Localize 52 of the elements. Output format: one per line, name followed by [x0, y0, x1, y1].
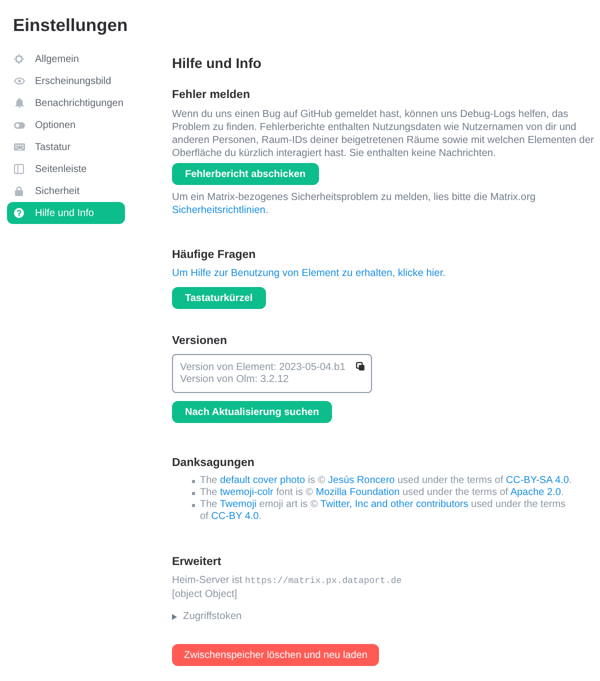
sidebar-item[interactable]: Benachrichtigungen [7, 92, 125, 114]
clear-cache-button[interactable]: Zwischenspeicher löschen und neu laden [172, 644, 380, 666]
bullet-icon [192, 492, 195, 495]
sidebar-item[interactable]: Allgemein [7, 48, 125, 70]
credit-text: The twemoji-colr font is © Mozilla Foundation used under the terms of Apache 2.0. [200, 487, 564, 499]
credit-link[interactable]: twemoji-colr [220, 487, 274, 498]
sidebar-item[interactable]: Tastatur [7, 136, 125, 158]
description-text: Wenn du uns einen Bug auf GitHub gemeldet hast, können uns Debug-Logs helfen, das Problem zu finden. Fehlerberichte enthalten Nutzungsdaten wie Nutzernamen von dir und anderen Personen, Raum-IDs deiner beigetretenen Räume sowie mit welchen Elementen der Oberfläche du kürzlich interagiert hast. Sie enthalten keine Nachrichten. [172, 108, 595, 160]
section-heading: Fehler melden [172, 88, 250, 103]
credit-link[interactable]: default cover photo [220, 475, 306, 486]
disclosure-toggle[interactable]: Zugriffstoken [172, 610, 242, 623]
object-text: [object Object] [172, 588, 238, 601]
page-heading: Hilfe und Info [172, 54, 262, 73]
settings-title: Einstellungen [13, 14, 128, 37]
credit-text: The Twemoji emoji art is © Twitter, Inc and other contributors used under the terms of CC-BY 4.0. [200, 499, 567, 523]
help-icon [14, 208, 24, 218]
update-check-button[interactable]: Nach Aktualisierung suchen [172, 401, 332, 423]
sidebar-item[interactable]: Sicherheit [7, 180, 125, 202]
lock-icon [15, 186, 23, 196]
homeserver-text: Heim-Server ist https://matrix.px.dataport.de [172, 574, 402, 588]
bell-icon [14, 98, 24, 108]
credit-link[interactable]: Mozilla Foundation [316, 487, 400, 498]
section-heading: Erweitert [172, 555, 222, 570]
keyboard-icon [14, 143, 24, 151]
sidebar-item[interactable]: Erscheinungsbild [7, 70, 125, 92]
bullet-icon [192, 504, 195, 507]
report-button[interactable]: Fehlerbericht abschicken [172, 163, 319, 185]
credit-link[interactable]: CC-BY-SA 4.0 [506, 475, 569, 486]
policy-link[interactable]: Sicherheitsrichtlinien [172, 204, 266, 216]
gear-icon [14, 54, 24, 64]
help-link[interactable]: Um Hilfe zur Benutzung von Element zu erhalten, klicke hier. [172, 267, 446, 280]
section-heading: Danksagungen [172, 456, 254, 471]
eye-icon [14, 77, 24, 85]
sidebar-panel-icon [14, 164, 24, 174]
credit-link[interactable]: Apache 2.0 [510, 487, 561, 498]
version-text: Version von Olm: 3.2.12 [180, 374, 289, 386]
sidebar-item[interactable]: Seitenleiste [7, 158, 125, 180]
security-note: Um ein Matrix-bezogenes Sicherheitsproblem zu melden, lies bitte die Matrix.org Sicherheitsrichtlinien. [172, 192, 537, 217]
credit-link[interactable]: Jesús Roncero [328, 475, 395, 486]
bullet-icon [192, 480, 195, 483]
credit-link[interactable]: Twemoji [220, 499, 257, 510]
sidebar-item[interactable]: Hilfe und Info [7, 202, 125, 224]
copy-icon [356, 362, 365, 371]
section-heading: Häufige Fragen [172, 248, 256, 263]
sidebar-item[interactable]: Optionen [7, 114, 125, 136]
version-text: Version von Element: 2023-05-04.b1 [180, 362, 346, 374]
section-heading: Versionen [172, 334, 227, 349]
toggle-icon [14, 122, 24, 128]
shortcuts-button[interactable]: Tastaturkürzel [172, 287, 266, 309]
credit-text: The default cover photo is © Jesús Roncero used under the terms of CC-BY-SA 4.0. [200, 475, 572, 487]
credit-link[interactable]: Twitter, Inc and other contributors [320, 499, 468, 510]
credit-link[interactable]: CC-BY 4.0 [211, 511, 259, 522]
